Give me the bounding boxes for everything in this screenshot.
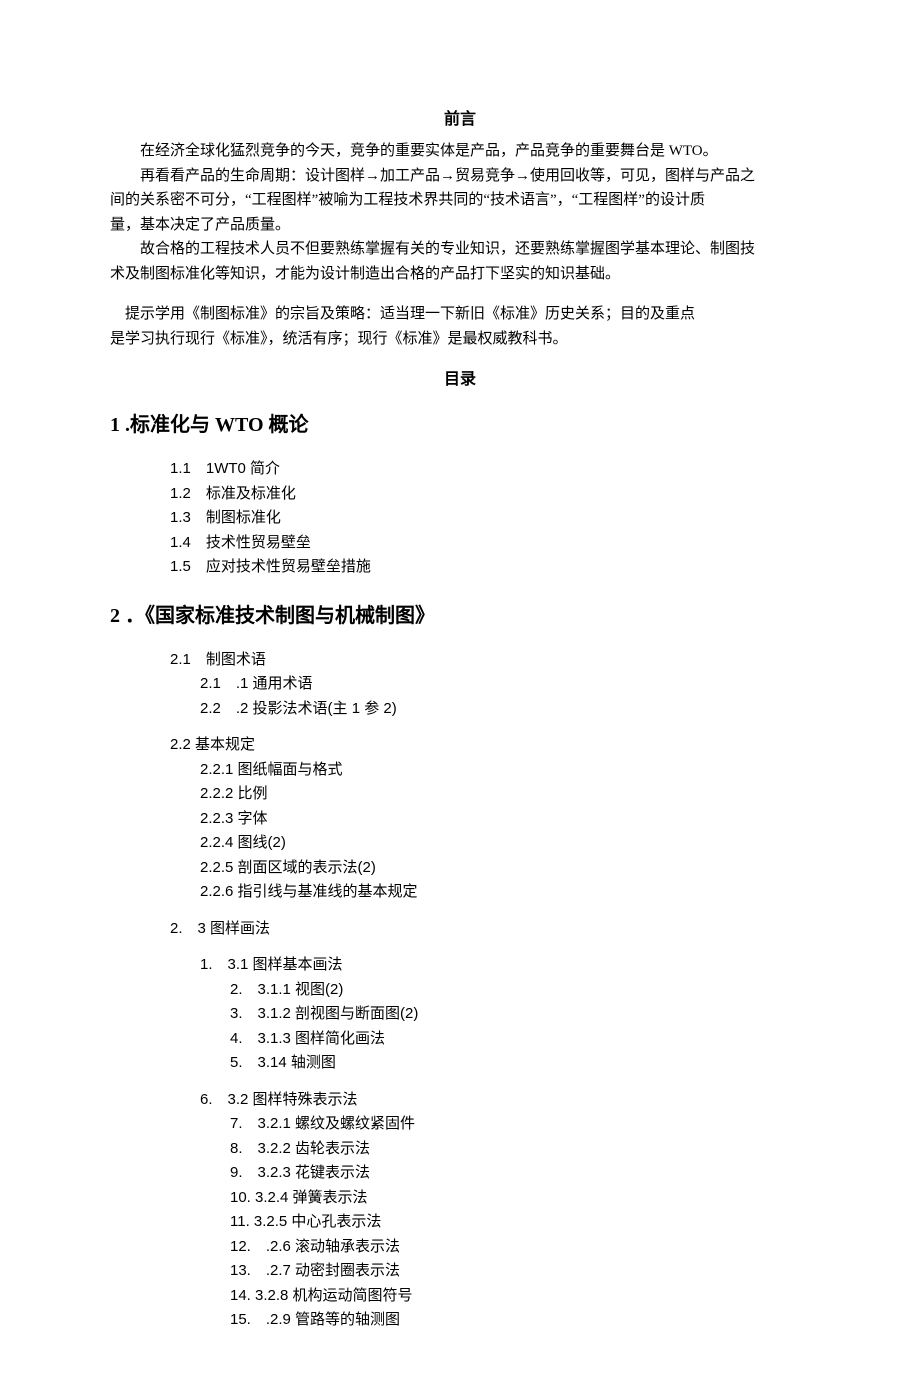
section-1-number: 1 . (110, 414, 130, 436)
toc-item: 2.2.1 图纸幅面与格式 (200, 759, 810, 782)
toc-item-head: 1. 3.1 图样基本画法 (200, 954, 810, 977)
toc-item: 11. 3.2.5 中心孔表示法 (230, 1211, 810, 1234)
preface-p1: 在经济全球化猛烈竞争的今天，竞争的重要实体是产品，产品竞争的重要舞台是 WTO。 (110, 140, 810, 163)
toc-item-head: 2. 3 图样画法 (170, 918, 810, 941)
toc-item: 7. 3.2.1 螺纹及螺纹紧固件 (230, 1113, 810, 1136)
toc-item: 2. 3.1.1 视图(2) (230, 979, 810, 1002)
toc-item: 2.2.4 图线(2) (200, 832, 810, 855)
toc-title: 目录 (110, 368, 810, 392)
tip-line2: 是学习执行现行《标准》，统活有序；现行《标准》是最权威教科书。 (110, 328, 810, 351)
toc-item: 12. .2.6 滚动轴承表示法 (230, 1236, 810, 1259)
preface-p2-line2: 间的关系密不可分，“工程图样”被喻为工程技术界共同的“技术语言”，“工程图样”的… (110, 189, 810, 212)
toc-item: 1.2 标准及标准化 (170, 483, 810, 506)
preface-p3-line1: 故合格的工程技术人员不但要熟练掌握有关的专业知识，还要熟练掌握图学基本理论、制图… (110, 238, 810, 261)
preface-p2-line3: 量，基本决定了产品质量。 (110, 214, 810, 237)
toc-item: 2.2.2 比例 (200, 783, 810, 806)
toc-item: 2.2 .2 投影法术语(主 1 参 2) (200, 698, 810, 721)
tip-block: 提示学用《制图标准》的宗旨及策略：适当理一下新旧《标准》历史关系；目的及重点 是… (110, 303, 810, 350)
toc-item: 10. 3.2.4 弹簧表示法 (230, 1187, 810, 1210)
preface-title: 前言 (110, 108, 810, 132)
toc-item: 3. 3.1.2 剖视图与断面图(2) (230, 1003, 810, 1026)
section-2-heading: 2 ．《国家标准技术制图与机械制图》 (110, 601, 810, 631)
section-1-wto: WTO (210, 414, 269, 436)
section-2-3: 2. 3 图样画法 1. 3.1 图样基本画法 2. 3.1.1 视图(2) 3… (170, 918, 810, 1332)
section-2-1: 2.1 制图术语 2.1 .1 通用术语 2.2 .2 投影法术语(主 1 参 … (170, 649, 810, 721)
toc-item: 2.2.6 指引线与基准线的基本规定 (200, 881, 810, 904)
toc-item: 9. 3.2.3 花键表示法 (230, 1162, 810, 1185)
toc-item: 14. 3.2.8 机构运动简图符号 (230, 1285, 810, 1308)
toc-item: 2.1 .1 通用术语 (200, 673, 810, 696)
toc-item: 1.3 制图标准化 (170, 507, 810, 530)
section-2-number: 2 ． (110, 605, 145, 627)
toc-item-head: 6. 3.2 图样特殊表示法 (200, 1089, 810, 1112)
section-2-title: 《国家标准技术制图与机械制图》 (145, 605, 435, 627)
preface-p2-line1: 再看看产品的生命周期：设计图样→加工产品→贸易竞争→使用回收等，可见，图样与产品… (110, 165, 810, 188)
toc-item: 2.2.5 剖面区域的表示法(2) (200, 857, 810, 880)
section-2-2: 2.2 基本规定 2.2.1 图纸幅面与格式 2.2.2 比例 2.2.3 字体… (170, 734, 810, 904)
section-1-title-b: 概论 (269, 414, 309, 436)
toc-item-head: 2.1 制图术语 (170, 649, 810, 672)
toc-item: 1.5 应对技术性贸易壁垒措施 (170, 556, 810, 579)
toc-item: 2.2.3 字体 (200, 808, 810, 831)
section-1-items: 1.1 1WT0 简介 1.2 标准及标准化 1.3 制图标准化 1.4 技术性… (170, 458, 810, 579)
toc-item: 13. .2.7 动密封圈表示法 (230, 1260, 810, 1283)
preface-p3-line2: 术及制图标准化等知识，才能为设计制造出合格的产品打下坚实的知识基础。 (110, 263, 810, 286)
toc-item: 1.1 1WT0 简介 (170, 458, 810, 481)
toc-item-head: 2.2 基本规定 (170, 734, 810, 757)
toc-item: 15. .2.9 管路等的轴测图 (230, 1309, 810, 1332)
toc-item: 1.4 技术性贸易壁垒 (170, 532, 810, 555)
section-1-title-a: 标准化与 (130, 414, 210, 436)
section-1-heading: 1 .标准化与 WTO 概论 (110, 410, 810, 440)
tip-line1: 提示学用《制图标准》的宗旨及策略：适当理一下新旧《标准》历史关系；目的及重点 (110, 303, 810, 326)
toc-item: 5. 3.14 轴测图 (230, 1052, 810, 1075)
toc-item: 8. 3.2.2 齿轮表示法 (230, 1138, 810, 1161)
toc-item: 4. 3.1.3 图样简化画法 (230, 1028, 810, 1051)
